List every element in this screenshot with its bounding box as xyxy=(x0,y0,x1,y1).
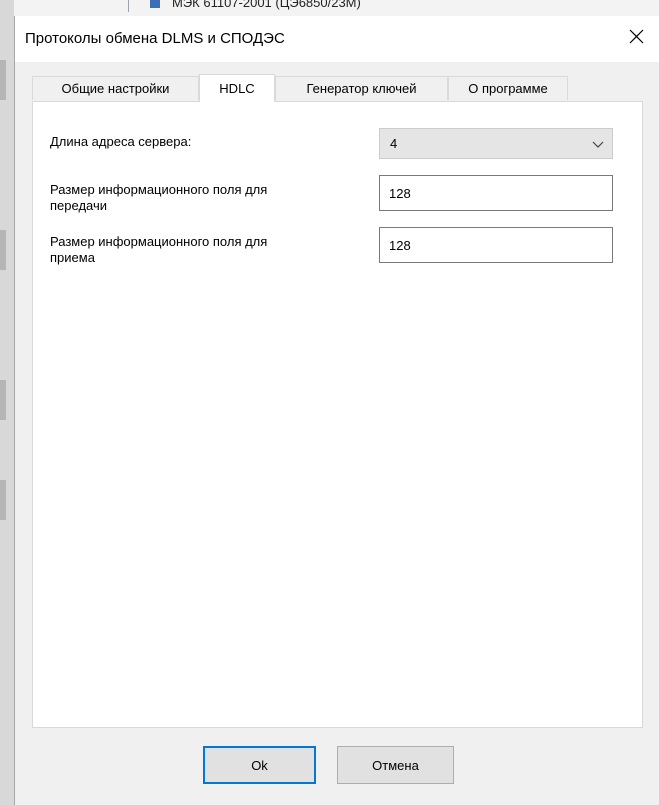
tab-key-generator[interactable]: Генератор ключей xyxy=(275,76,448,100)
chevron-down-icon xyxy=(592,141,604,148)
close-button[interactable] xyxy=(613,16,659,56)
tab-about[interactable]: О программе xyxy=(448,76,568,100)
server-address-length-select[interactable]: 4 xyxy=(379,128,613,159)
device-icon xyxy=(150,0,160,8)
ok-button[interactable]: Ok xyxy=(203,746,316,784)
background-mark xyxy=(0,60,6,100)
tx-info-field-label-line1: Размер информационного поля для xyxy=(50,182,268,197)
rx-info-field-label: Размер информационного поля для приема xyxy=(50,234,267,266)
rx-info-field-label-line2: приема xyxy=(50,250,95,265)
server-address-length-label: Длина адреса сервера: xyxy=(50,134,192,149)
tab-general-settings[interactable]: Общие настройки xyxy=(32,76,199,100)
background-left-strip xyxy=(0,0,14,805)
cancel-button[interactable]: Отмена xyxy=(337,746,454,784)
close-icon xyxy=(629,29,643,43)
title-bar[interactable]: Протоколы обмена DLMS и СПОДЭС xyxy=(15,16,659,62)
rx-info-field-value: 128 xyxy=(389,238,411,253)
tx-info-field-input[interactable]: 128 xyxy=(379,175,613,211)
tx-info-field-label: Размер информационного поля для передачи xyxy=(50,182,267,214)
background-tree-item[interactable]: МЭК 61107-2001 (ЦЭ6850/23М) xyxy=(150,0,361,10)
dialog-title: Протоколы обмена DLMS и СПОДЭС xyxy=(25,30,285,47)
server-address-length-value: 4 xyxy=(390,136,398,151)
background-tree-item-label: МЭК 61107-2001 (ЦЭ6850/23М) xyxy=(172,0,361,10)
background-mark xyxy=(0,380,6,420)
dlms-settings-dialog: Протоколы обмена DLMS и СПОДЭС Общие нас… xyxy=(14,16,659,805)
tx-info-field-value: 128 xyxy=(389,186,411,201)
tab-hdlc[interactable]: HDLC xyxy=(199,74,275,102)
hdlc-panel: Длина адреса сервера: 4 Размер информаци… xyxy=(32,101,643,728)
background-tree-line xyxy=(128,0,129,12)
background-mark xyxy=(0,480,6,520)
tx-info-field-label-line2: передачи xyxy=(50,198,108,213)
rx-info-field-label-line1: Размер информационного поля для xyxy=(50,234,268,249)
rx-info-field-input[interactable]: 128 xyxy=(379,227,613,263)
background-mark xyxy=(0,230,6,270)
